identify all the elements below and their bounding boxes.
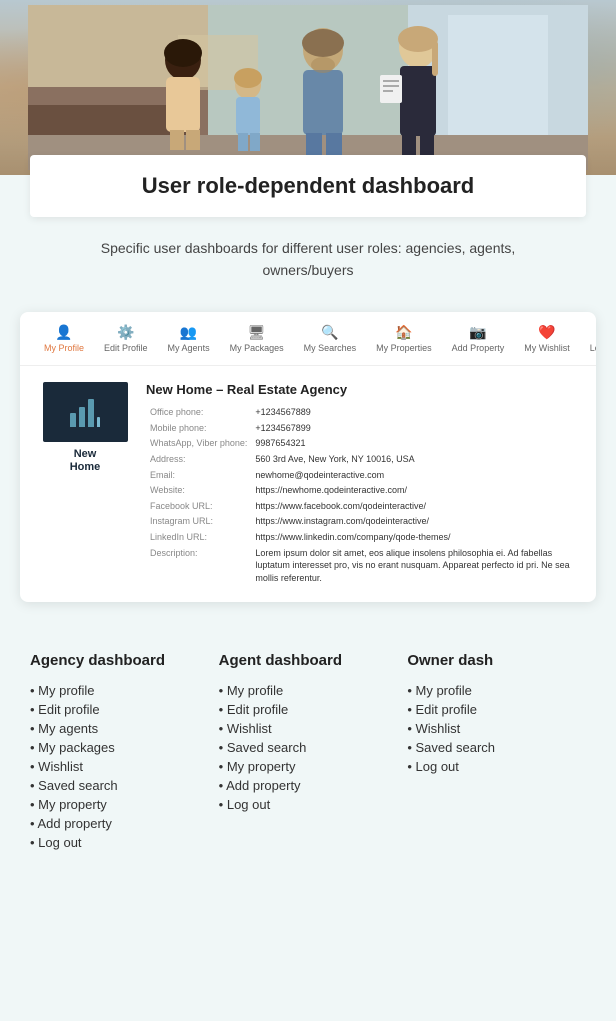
nav-log-out[interactable]: ↩ Log Out: [582, 320, 596, 357]
nav-my-agents[interactable]: 👥 My Agents: [160, 320, 218, 357]
bar1: [70, 413, 76, 427]
list-item: Add property: [30, 814, 209, 833]
list-item: Saved search: [407, 738, 586, 757]
logo-bars: [70, 397, 100, 427]
info-row: Facebook URL:https://www.facebook.com/qo…: [146, 498, 576, 514]
agent-col-title: Agent dashboard: [219, 652, 398, 669]
owner-dashboard-col: Owner dash My profileEdit profileWishlis…: [407, 652, 586, 852]
logo-text: New Home: [70, 448, 101, 474]
page-title: User role-dependent dashboard: [70, 173, 546, 199]
list-item: My agents: [30, 719, 209, 738]
nav-my-wishlist[interactable]: ❤️ My Wishlist: [516, 320, 578, 357]
list-item: Edit profile: [30, 700, 209, 719]
agent-list: My profileEdit profileWishlistSaved sear…: [219, 681, 398, 814]
agency-title: New Home – Real Estate Agency: [146, 382, 576, 397]
info-row: Email:newhome@qodeinteractive.com: [146, 467, 576, 483]
owner-col-title: Owner dash: [407, 652, 586, 669]
packages-icon: 🖥: [248, 324, 266, 341]
subtitle-section: Specific user dashboards for different u…: [0, 217, 616, 302]
agency-info: New Home – Real Estate Agency Office pho…: [146, 382, 576, 586]
owner-list: My profileEdit profileWishlistSaved sear…: [407, 681, 586, 776]
list-item: My profile: [30, 681, 209, 700]
subtitle-text: Specific user dashboards for different u…: [60, 237, 556, 282]
bar4: [97, 417, 100, 427]
edit-icon: ⚙️: [117, 324, 134, 341]
profile-icon: 👤: [55, 324, 72, 341]
list-item: Saved search: [219, 738, 398, 757]
info-row: Address:560 3rd Ave, New York, NY 10016,…: [146, 452, 576, 468]
list-item: Saved search: [30, 776, 209, 795]
list-item: Edit profile: [219, 700, 398, 719]
list-item: Log out: [30, 833, 209, 852]
info-row: Office phone:+1234567889: [146, 405, 576, 421]
info-row: Mobile phone:+1234567899: [146, 420, 576, 436]
list-item: My packages: [30, 738, 209, 757]
list-item: My property: [30, 795, 209, 814]
agents-icon: 👥: [180, 324, 197, 341]
agency-logo: [43, 382, 128, 442]
properties-icon: 🏠: [395, 324, 412, 341]
bar2: [79, 407, 85, 427]
list-item: My property: [219, 757, 398, 776]
info-row: Instagram URL:https://www.instagram.com/…: [146, 514, 576, 530]
bar3: [88, 399, 94, 427]
title-section: User role-dependent dashboard: [30, 155, 586, 217]
agency-list: My profileEdit profileMy agentsMy packag…: [30, 681, 209, 852]
wishlist-icon: ❤️: [538, 324, 555, 341]
agency-dashboard-col: Agency dashboard My profileEdit profileM…: [30, 652, 209, 852]
list-item: Add property: [219, 776, 398, 795]
hero-image: [0, 0, 616, 175]
list-item: Log out: [219, 795, 398, 814]
add-property-icon: 📷: [469, 324, 486, 341]
dashboard-mockup: 👤 My Profile ⚙️ Edit Profile 👥 My Agents…: [20, 312, 596, 602]
info-row: LinkedIn URL:https://www.linkedin.com/co…: [146, 530, 576, 546]
profile-content: New Home New Home – Real Estate Agency O…: [20, 366, 596, 602]
nav-my-properties[interactable]: 🏠 My Properties: [368, 320, 440, 357]
agent-dashboard-col: Agent dashboard My profileEdit profileWi…: [219, 652, 398, 852]
list-item: Wishlist: [219, 719, 398, 738]
searches-icon: 🔍: [321, 324, 338, 341]
nav-add-property[interactable]: 📷 Add Property: [444, 320, 513, 357]
list-item: Wishlist: [407, 719, 586, 738]
list-item: Wishlist: [30, 757, 209, 776]
logo-section: New Home: [40, 382, 130, 586]
info-row: Description:Lorem ipsum dolor sit amet, …: [146, 545, 576, 586]
list-item: My profile: [219, 681, 398, 700]
nav-my-searches[interactable]: 🔍 My Searches: [296, 320, 365, 357]
list-item: My profile: [407, 681, 586, 700]
list-item: Edit profile: [407, 700, 586, 719]
nav-bar: 👤 My Profile ⚙️ Edit Profile 👥 My Agents…: [20, 312, 596, 366]
info-table: Office phone:+1234567889Mobile phone:+12…: [146, 405, 576, 586]
list-item: Log out: [407, 757, 586, 776]
info-row: WhatsApp, Viber phone:9987654321: [146, 436, 576, 452]
columns-section: Agency dashboard My profileEdit profileM…: [0, 622, 616, 882]
info-row: Website:https://newhome.qodeinteractive.…: [146, 483, 576, 499]
agency-col-title: Agency dashboard: [30, 652, 209, 669]
nav-edit-profile[interactable]: ⚙️ Edit Profile: [96, 320, 156, 357]
nav-my-profile[interactable]: 👤 My Profile: [36, 320, 92, 357]
nav-my-packages[interactable]: 🖥 My Packages: [222, 320, 292, 357]
